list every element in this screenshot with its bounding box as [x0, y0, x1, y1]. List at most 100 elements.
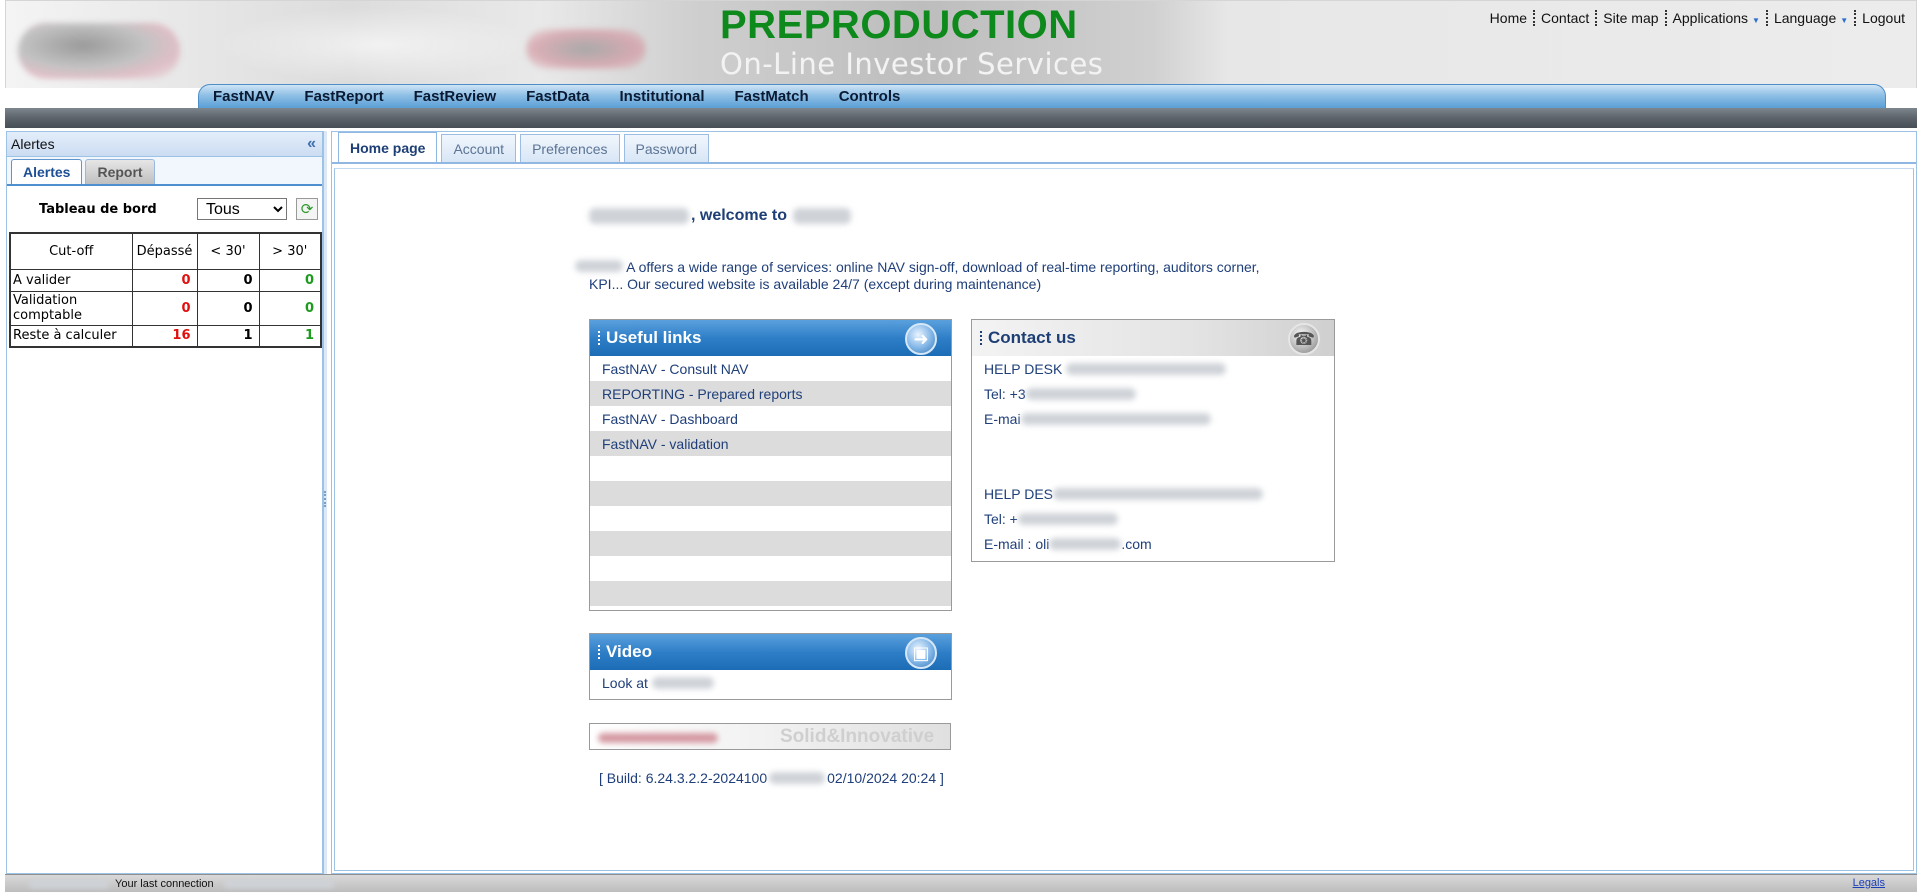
contact-email-2[interactable]: E-mail : oli .com: [972, 531, 1334, 556]
top-link-applications[interactable]: Applications ▼: [1668, 10, 1765, 26]
separator: [1854, 10, 1857, 26]
nav-fastmatch[interactable]: FastMatch: [735, 88, 809, 105]
drag-handle-icon[interactable]: [598, 645, 600, 659]
main-nav: FastNAV FastReport FastReview FastData I…: [198, 84, 1886, 108]
drag-handle-icon[interactable]: [598, 331, 600, 345]
tab-report[interactable]: Report: [85, 159, 155, 184]
cell-gt30[interactable]: 1: [258, 324, 322, 348]
empty-row: [590, 531, 951, 556]
legals-link[interactable]: Legals: [1853, 877, 1885, 889]
column-header-lt30: < 30': [196, 232, 260, 270]
last-connection-label: Your last connection: [115, 877, 214, 890]
useful-links-title: Useful links: [606, 328, 702, 347]
build-suffix: 02/10/2024 20:24 ]: [827, 770, 944, 786]
nav-fastnav[interactable]: FastNAV: [213, 88, 274, 105]
cell-depasse[interactable]: 16: [131, 324, 198, 348]
cell-lt30[interactable]: 0: [196, 290, 260, 326]
useful-link-consult-nav[interactable]: FastNAV - Consult NAV: [590, 356, 951, 381]
redacted-text: [1049, 537, 1122, 550]
video-box: Video ▣ Look at: [589, 633, 952, 700]
cell-depasse[interactable]: 0: [131, 268, 198, 292]
separator: [1595, 10, 1598, 26]
collapse-left-icon[interactable]: «: [307, 135, 316, 153]
film-icon: ▣: [905, 637, 937, 669]
cell-lt30[interactable]: 0: [196, 268, 260, 292]
table-row: Validation comptable 0 0 0: [9, 290, 322, 326]
company-banner[interactable]: Solid&Innovative: [589, 723, 951, 750]
cell-gt30[interactable]: 0: [258, 290, 322, 326]
top-link-contact[interactable]: Contact: [1536, 10, 1594, 26]
row-label: A valider: [9, 268, 133, 292]
drag-handle-icon[interactable]: [980, 331, 982, 345]
contact-box: Contact us ☎ HELP DESK Tel: +3 E-mai HEL…: [971, 319, 1335, 562]
helpdesk-label: HELP DES: [984, 485, 1053, 502]
redacted-text: [1020, 412, 1211, 425]
table-row: A valider 0 0 0: [9, 268, 322, 292]
splitter-handle-icon[interactable]: [324, 491, 327, 507]
banner-logo: [598, 733, 718, 743]
column-header-cutoff: Cut-off: [9, 232, 133, 270]
header-banner: PREPRODUCTION On-Line Investor Services …: [5, 0, 1917, 88]
nav-controls[interactable]: Controls: [839, 88, 901, 105]
welcome-heading: , welcome to: [589, 207, 852, 225]
contact-header: Contact us ☎: [972, 320, 1334, 356]
alerts-table: Cut-off Dépassé < 30' > 30' A valider 0 …: [9, 232, 322, 348]
intro-line-2: KPI... Our secured website is available …: [589, 276, 1042, 292]
cell-gt30[interactable]: 0: [258, 268, 322, 292]
tab-preferences[interactable]: Preferences: [520, 134, 620, 162]
sidebar-tabs: Alertes Report: [7, 157, 322, 186]
useful-link-validation[interactable]: FastNAV - validation: [590, 431, 951, 456]
tel-label: Tel: +: [984, 510, 1018, 527]
top-link-home[interactable]: Home: [1485, 10, 1532, 26]
email-label: E-mail : oli: [984, 535, 1050, 552]
panel-splitter[interactable]: [323, 131, 327, 874]
refresh-button[interactable]: ⟳: [296, 198, 318, 220]
empty-row: [590, 481, 951, 506]
status-footer: Your last connection Legals: [5, 874, 1917, 892]
useful-link-prepared-reports[interactable]: REPORTING - Prepared reports: [590, 381, 951, 406]
banner-image: [526, 29, 646, 69]
top-link-logout[interactable]: Logout: [1857, 10, 1910, 26]
contact-helpdesk-2: HELP DES: [972, 481, 1334, 506]
banner-slogan: Solid&Innovative: [780, 726, 935, 747]
alerts-sidebar: Alertes « Alertes Report Tableau de bord…: [6, 131, 323, 874]
nav-fastreport[interactable]: FastReport: [304, 88, 383, 105]
tel-label: Tel: +3: [984, 385, 1026, 402]
site-subtitle: On-Line Investor Services: [720, 47, 1104, 81]
nav-fastreview[interactable]: FastReview: [414, 88, 497, 105]
top-link-site-map[interactable]: Site map: [1598, 10, 1663, 26]
nav-fastdata[interactable]: FastData: [526, 88, 589, 105]
dashboard-select[interactable]: Tous: [197, 198, 287, 220]
environment-title: PREPRODUCTION: [720, 3, 1078, 47]
top-link-language[interactable]: Language ▼: [1769, 10, 1853, 26]
build-prefix: [ Build: 6.24.3.2.2-2024100: [599, 770, 768, 786]
cell-depasse[interactable]: 0: [131, 290, 198, 326]
redacted-text: [223, 879, 334, 888]
company-logo[interactable]: [18, 23, 180, 79]
table-header-row: Cut-off Dépassé < 30' > 30': [9, 232, 322, 270]
empty-row: [590, 506, 951, 531]
email-label: E-mai: [984, 410, 1021, 427]
table-row: Reste à calculer 16 1 1: [9, 324, 322, 348]
contact-email-1[interactable]: E-mai: [972, 406, 1334, 431]
dashboard-label: Tableau de bord: [39, 201, 157, 217]
contact-tel-1: Tel: +3: [972, 381, 1334, 406]
nav-institutional[interactable]: Institutional: [620, 88, 705, 105]
video-link[interactable]: Look at: [590, 670, 951, 695]
video-header: Video ▣: [590, 634, 951, 670]
empty-row: [590, 456, 951, 481]
empty-row: [590, 556, 951, 581]
tab-password[interactable]: Password: [623, 134, 710, 162]
tab-home-page[interactable]: Home page: [338, 132, 438, 162]
row-label: Reste à calculer: [9, 324, 133, 348]
dashboard-filter-row: Tableau de bord Tous ⟳: [7, 186, 322, 232]
tab-account[interactable]: Account: [441, 134, 517, 162]
tab-alertes[interactable]: Alertes: [11, 159, 83, 184]
redacted-text: [1053, 487, 1263, 500]
chevron-down-icon: ▼: [1752, 16, 1760, 25]
useful-link-dashboard[interactable]: FastNAV - Dashboard: [590, 406, 951, 431]
email-domain: .com: [1121, 535, 1152, 552]
applications-label: Applications: [1672, 10, 1749, 26]
cell-lt30[interactable]: 1: [196, 324, 260, 348]
redacted-text: [29, 879, 109, 888]
